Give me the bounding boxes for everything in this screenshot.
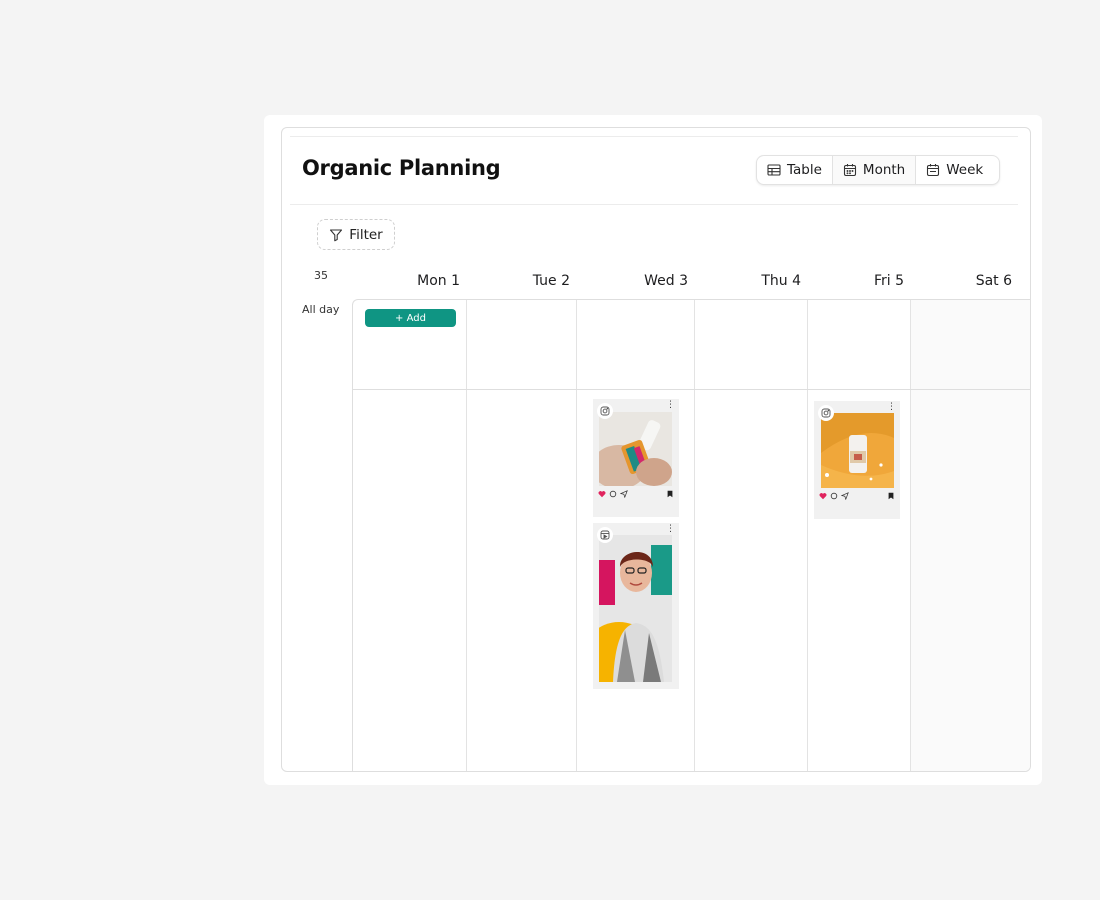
- day-column-sat[interactable]: [911, 300, 1030, 771]
- calendar-icon: [843, 164, 856, 177]
- instagram-icon: [818, 405, 834, 421]
- post-image-art: [599, 412, 672, 486]
- table-view-button[interactable]: Table: [757, 156, 833, 184]
- day-header-thu: Thu 4: [761, 273, 801, 289]
- post-image-art: [821, 413, 894, 488]
- filter-label: Filter: [349, 226, 383, 243]
- allday-label: All day: [302, 303, 340, 316]
- instagram-icon: [597, 403, 613, 419]
- page-title: Organic Planning: [302, 156, 501, 180]
- add-button[interactable]: + Add: [365, 309, 456, 327]
- comment-icon[interactable]: [830, 492, 838, 500]
- table-view-label: Table: [787, 162, 822, 178]
- more-options-icon[interactable]: ⋮: [666, 401, 675, 410]
- post-card-wed-reel[interactable]: ⋮: [593, 523, 679, 689]
- day-header-wed: Wed 3: [644, 273, 688, 289]
- day-column-thu[interactable]: [695, 300, 808, 771]
- planner-card: Organic Planning Table Month Week Filter…: [281, 127, 1031, 772]
- view-switcher: Table Month Week: [756, 155, 1000, 185]
- send-icon[interactable]: [841, 492, 849, 500]
- comment-icon[interactable]: [609, 490, 617, 498]
- day-column-fri[interactable]: [808, 300, 911, 771]
- calendar-grid: + Add ⋮ ⋮ ⋮: [352, 299, 1030, 771]
- week-number: 35: [314, 269, 328, 282]
- day-header-mon: Mon 1: [417, 273, 460, 289]
- more-options-icon[interactable]: ⋮: [666, 525, 675, 534]
- filter-button[interactable]: Filter: [317, 219, 395, 250]
- allday-separator: [353, 389, 1030, 390]
- day-header-tue: Tue 2: [532, 273, 570, 289]
- day-column-tue[interactable]: [467, 300, 577, 771]
- heart-icon[interactable]: [819, 492, 827, 500]
- calendar-icon: [927, 164, 940, 177]
- bookmark-icon[interactable]: [666, 490, 674, 498]
- divider: [290, 136, 1018, 137]
- post-actions: [819, 492, 895, 500]
- post-image: [821, 413, 894, 488]
- post-image: [599, 412, 672, 486]
- post-image: [599, 535, 672, 682]
- reel-icon: [597, 527, 613, 543]
- table-icon: [767, 164, 781, 176]
- week-view-label: Week: [946, 162, 984, 178]
- planner-panel: Organic Planning Table Month Week Filter…: [264, 115, 1042, 785]
- filter-icon: [330, 228, 343, 241]
- divider: [290, 204, 1018, 205]
- post-actions: [598, 490, 674, 498]
- heart-icon[interactable]: [598, 490, 606, 498]
- month-view-label: Month: [862, 162, 906, 178]
- day-header-sat: Sat 6: [975, 273, 1012, 289]
- month-view-button[interactable]: Month: [832, 156, 917, 184]
- more-options-icon[interactable]: ⋮: [887, 403, 896, 412]
- send-icon[interactable]: [620, 490, 628, 498]
- day-header-fri: Fri 5: [873, 273, 904, 289]
- post-card-wed-instagram[interactable]: ⋮: [593, 399, 679, 517]
- post-image-art: [599, 535, 672, 682]
- week-view-button[interactable]: Week: [916, 156, 993, 184]
- post-card-fri-instagram[interactable]: ⋮: [814, 401, 900, 519]
- day-column-mon[interactable]: [353, 300, 467, 771]
- bookmark-icon[interactable]: [887, 492, 895, 500]
